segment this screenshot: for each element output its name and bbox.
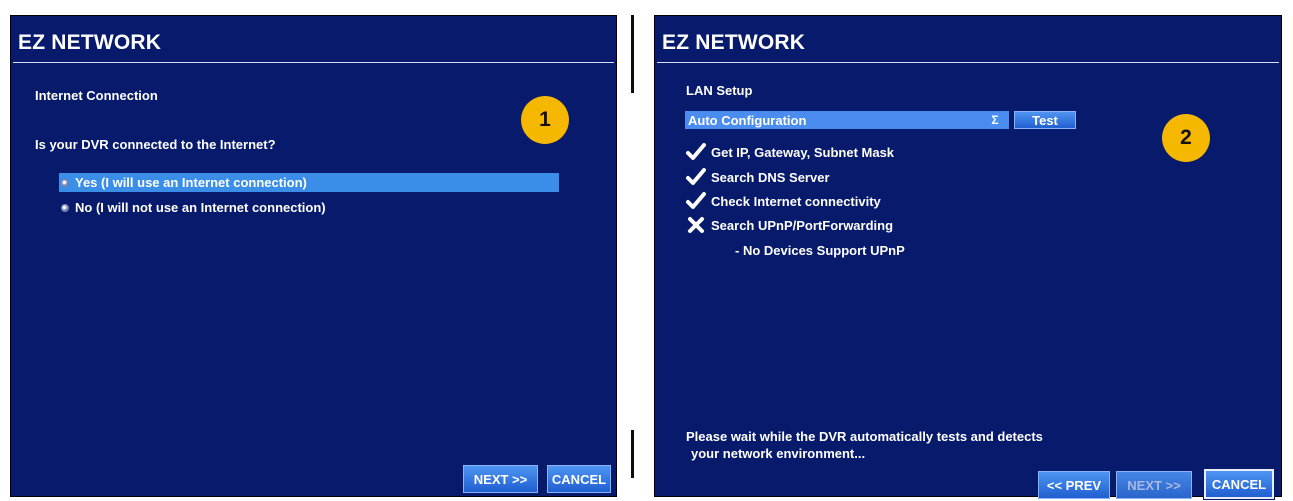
dialog-title: EZ NETWORK bbox=[662, 31, 806, 54]
radio-label: No (I will not use an Internet connectio… bbox=[75, 200, 326, 215]
step-label: Check Internet connectivity bbox=[711, 193, 881, 209]
dropdown-arrow-icon: Σ bbox=[991, 113, 999, 127]
dialog-title: EZ NETWORK bbox=[18, 31, 162, 54]
radio-option-yes[interactable]: Yes (I will use an Internet connection) bbox=[59, 173, 559, 192]
title-divider bbox=[657, 62, 1279, 63]
radio-label: Yes (I will use an Internet connection) bbox=[75, 175, 307, 190]
status-message-line2: your network environment... bbox=[691, 446, 866, 461]
title-divider bbox=[13, 62, 614, 63]
panel-edge bbox=[631, 430, 634, 478]
test-button[interactable]: Test bbox=[1014, 111, 1076, 129]
step-badge: 1 bbox=[521, 96, 569, 144]
step-item: Search UPnP/PortForwarding bbox=[685, 215, 893, 235]
radio-option-no[interactable]: No (I will not use an Internet connectio… bbox=[59, 198, 559, 217]
step-label: Get IP, Gateway, Subnet Mask bbox=[711, 144, 895, 160]
cross-icon bbox=[685, 215, 707, 235]
step-badge: 2 bbox=[1162, 114, 1210, 162]
panel-edge bbox=[631, 15, 634, 93]
section-label: Internet Connection bbox=[35, 88, 158, 103]
check-icon bbox=[685, 167, 707, 187]
cancel-button[interactable]: CANCEL bbox=[547, 465, 611, 493]
step-label: Search DNS Server bbox=[711, 169, 830, 185]
step-item: Get IP, Gateway, Subnet Mask bbox=[685, 142, 894, 162]
check-icon bbox=[685, 142, 707, 162]
prev-button[interactable]: << PREV bbox=[1038, 471, 1110, 499]
next-button[interactable]: NEXT >> bbox=[463, 465, 538, 493]
check-icon bbox=[685, 191, 707, 211]
next-button[interactable]: NEXT >> bbox=[1116, 471, 1192, 499]
step-label: Search UPnP/PortForwarding bbox=[711, 217, 894, 233]
select-value: Auto Configuration bbox=[688, 113, 807, 128]
configuration-select[interactable]: Auto Configuration Σ bbox=[685, 111, 1009, 129]
step-note: - No Devices Support UPnP bbox=[735, 243, 905, 258]
ez-network-dialog-step1: EZ NETWORK 1 Internet Connection Is your… bbox=[10, 15, 617, 497]
question-text: Is your DVR connected to the Internet? bbox=[35, 137, 276, 152]
radio-button-icon bbox=[61, 203, 69, 212]
step-item: Check Internet connectivity bbox=[685, 191, 881, 211]
radio-button-icon bbox=[61, 178, 69, 187]
status-message-line1: Please wait while the DVR automatically … bbox=[686, 429, 1043, 444]
section-label: LAN Setup bbox=[686, 83, 753, 98]
ez-network-dialog-step2: EZ NETWORK 2 LAN Setup Auto Configuratio… bbox=[654, 15, 1282, 500]
step-item: Search DNS Server bbox=[685, 167, 830, 187]
cancel-button[interactable]: CANCEL bbox=[1203, 468, 1275, 500]
